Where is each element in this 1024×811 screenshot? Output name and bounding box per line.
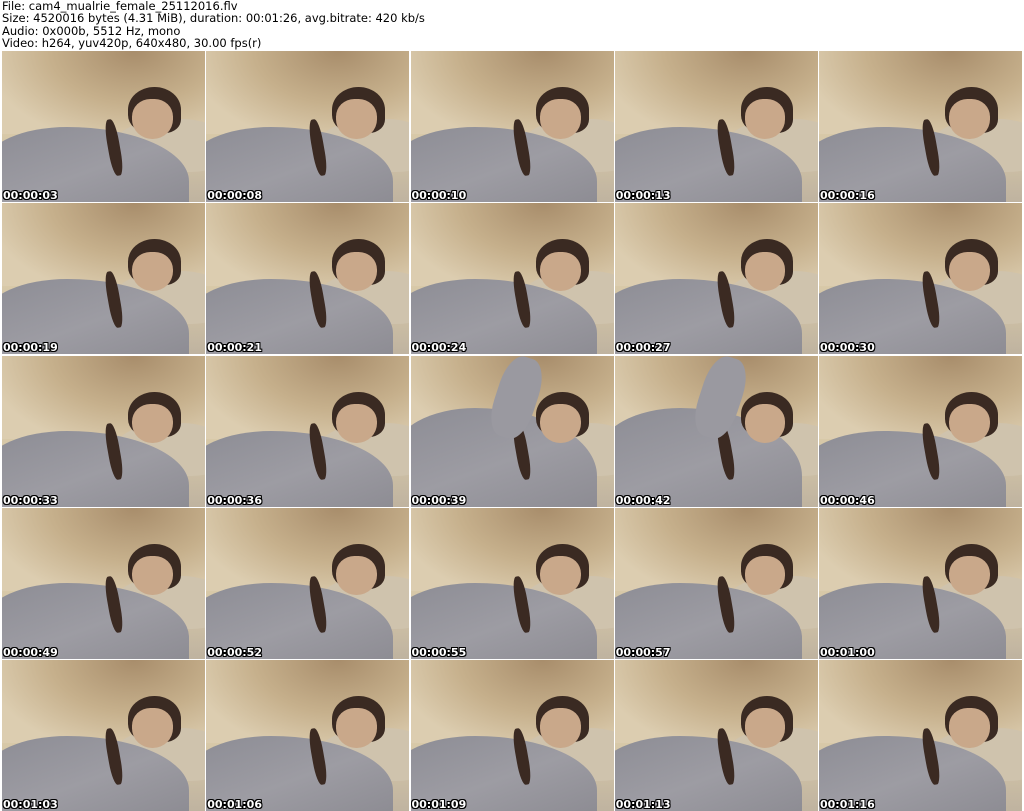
thumbnail-timestamp: 00:00:19 <box>3 341 58 355</box>
thumbnail-timestamp: 00:00:42 <box>615 493 671 507</box>
video-thumbnail[interactable]: 00:00:27 <box>614 203 818 355</box>
video-thumbnail[interactable]: 00:00:16 <box>819 51 1022 202</box>
thumbnail-face-shape <box>131 708 173 748</box>
thumbnail-timestamp: 00:01:09 <box>411 798 467 811</box>
video-thumbnail[interactable]: 00:00:08 <box>206 51 410 202</box>
thumbnail-face-shape <box>540 99 581 139</box>
video-thumbnail[interactable]: 00:00:21 <box>206 203 410 355</box>
video-thumbnail[interactable]: 00:00:52 <box>206 507 410 659</box>
thumbnail-timestamp: 00:00:03 <box>3 189 58 202</box>
thumbnail-timestamp: 00:00:27 <box>615 341 671 355</box>
thumbnail-timestamp: 00:00:39 <box>411 493 467 507</box>
thumbnail-timestamp: 00:00:36 <box>207 493 262 507</box>
video-thumbnail[interactable]: 00:01:09 <box>410 660 614 811</box>
thumbnail-face-shape <box>948 251 990 291</box>
video-thumbnail[interactable]: 00:01:16 <box>819 660 1022 811</box>
video-thumbnail[interactable]: 00:01:06 <box>206 660 410 811</box>
thumbnail-face-shape <box>948 556 990 596</box>
thumbnail-face-shape <box>336 708 377 748</box>
thumbnail-face-shape <box>336 99 377 139</box>
thumbnail-face-shape <box>336 403 377 444</box>
thumbnail-face-shape <box>131 556 173 596</box>
video-thumbnail[interactable]: 00:00:10 <box>410 51 614 202</box>
thumbnail-face-shape <box>540 708 581 748</box>
video-thumbnail[interactable]: 00:01:03 <box>2 660 205 811</box>
thumbnail-timestamp: 00:01:03 <box>3 798 58 811</box>
thumbnail-timestamp: 00:00:52 <box>207 645 262 659</box>
thumbnail-timestamp: 00:00:33 <box>3 493 58 507</box>
video-info-line: Video: h264, yuv420p, 640x480, 30.00 fps… <box>2 36 262 51</box>
thumbnail-face-shape <box>948 403 990 444</box>
thumbnail-timestamp: 00:00:24 <box>411 341 467 355</box>
thumbnail-face-shape <box>948 708 990 748</box>
thumbnail-face-shape <box>540 403 581 444</box>
thumbnail-timestamp: 00:00:10 <box>411 189 467 202</box>
thumbnail-face-shape <box>540 251 581 291</box>
file-size-line: Size: 4520016 bytes (4.31 MiB), duration… <box>2 11 425 26</box>
video-thumbnail[interactable]: 00:00:46 <box>819 355 1022 507</box>
video-thumbnail[interactable]: 00:00:55 <box>410 507 614 659</box>
video-thumbnail[interactable]: 00:00:13 <box>614 51 818 202</box>
video-thumbnail[interactable]: 00:00:39 <box>410 355 614 507</box>
video-thumbnail[interactable]: 00:00:30 <box>819 203 1022 355</box>
thumbnail-face-shape <box>131 251 173 291</box>
thumbnail-face-shape <box>744 708 786 748</box>
video-thumbnail[interactable]: 00:00:33 <box>2 355 205 507</box>
thumbnail-timestamp: 00:01:13 <box>615 798 671 811</box>
thumbnail-face-shape <box>336 556 377 596</box>
thumbnail-timestamp: 00:00:21 <box>207 341 262 355</box>
thumbnail-face-shape <box>131 403 173 444</box>
video-thumbnail[interactable]: 00:00:49 <box>2 507 205 659</box>
thumbnail-timestamp: 00:00:16 <box>820 189 875 202</box>
video-thumbnail[interactable]: 00:00:03 <box>2 51 205 202</box>
thumbnail-timestamp: 00:01:00 <box>820 645 875 659</box>
thumbnail-face-shape <box>948 99 990 139</box>
thumbnail-face-shape <box>131 99 173 139</box>
video-thumbnail[interactable]: 00:00:42 <box>614 355 818 507</box>
video-thumbnail[interactable]: 00:00:36 <box>206 355 410 507</box>
thumbnail-timestamp: 00:00:13 <box>615 189 671 202</box>
thumbnail-timestamp: 00:00:08 <box>207 189 262 202</box>
thumbnail-face-shape <box>744 403 786 444</box>
thumbnail-grid: 00:00:03 00:00:08 00:00:10 00:00:13 00:00:16… <box>2 51 1022 811</box>
video-thumbnail[interactable]: 00:00:57 <box>614 507 818 659</box>
video-thumbnail[interactable]: 00:01:13 <box>614 660 818 811</box>
thumbnail-face-shape <box>744 99 786 139</box>
file-info-header: File: cam4_mualrie_female_25112016.flv S… <box>2 0 1022 50</box>
thumbnail-timestamp: 00:00:57 <box>615 645 671 659</box>
thumbnail-timestamp: 00:00:55 <box>411 645 467 659</box>
thumbnail-face-shape <box>336 251 377 291</box>
video-thumbnail[interactable]: 00:01:00 <box>819 507 1022 659</box>
thumbnail-timestamp: 00:01:06 <box>207 798 262 811</box>
thumbnail-timestamp: 00:01:16 <box>820 798 875 811</box>
thumbnail-timestamp: 00:00:46 <box>820 493 875 507</box>
video-thumbnail[interactable]: 00:00:19 <box>2 203 205 355</box>
video-thumbnail[interactable]: 00:00:24 <box>410 203 614 355</box>
thumbnail-face-shape <box>744 251 786 291</box>
thumbnail-timestamp: 00:00:30 <box>820 341 875 355</box>
thumbnail-timestamp: 00:00:49 <box>3 645 58 659</box>
